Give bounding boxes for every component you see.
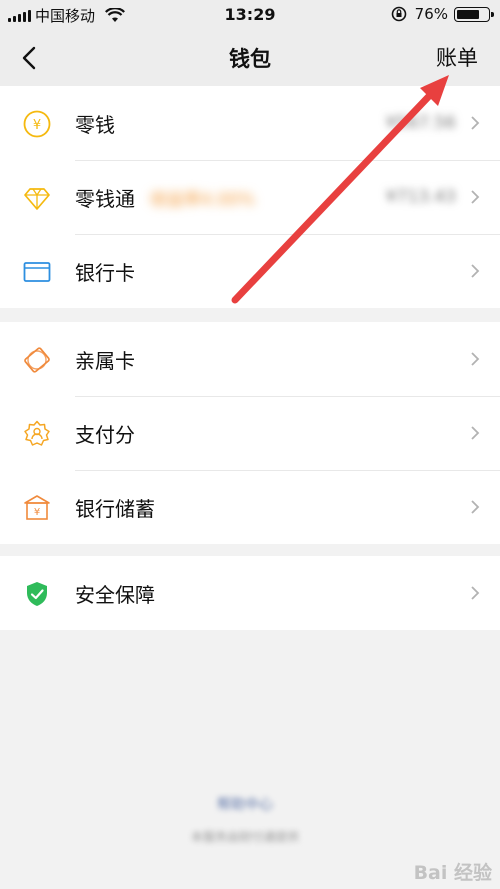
battery-percent: 76% [414, 5, 448, 23]
svg-text:¥: ¥ [33, 118, 41, 133]
menu-item-label: 亲属卡 [75, 348, 135, 373]
page-title: 钱包 [229, 47, 271, 71]
provider-note: 本服务由财付通提供 [190, 830, 299, 844]
diamond-icon [24, 188, 50, 210]
wallet-footer: 帮助中心 本服务由财付通提供 [135, 720, 355, 860]
menu-item-family-card[interactable]: 亲属卡 [0, 322, 500, 396]
nav-bar: 钱包 账单 [0, 30, 500, 86]
chevron-right-icon [471, 190, 480, 204]
security-shield-icon [27, 582, 47, 606]
menu-item-label: 零钱通 [75, 186, 135, 211]
menu-item-bank-savings[interactable]: ¥ 银行储蓄 [0, 470, 500, 544]
bill-button[interactable]: 账单 [436, 42, 478, 72]
menu-item-label: 银行卡 [75, 260, 135, 285]
menu-item-label: 支付分 [75, 422, 135, 447]
chevron-right-icon [471, 264, 480, 278]
chevron-right-icon [471, 500, 480, 514]
chevron-right-icon [471, 426, 480, 440]
baidu-watermark: Bai 经验 [413, 862, 492, 884]
menu-item-lqt[interactable]: 零钱通 收益率4.00% ¥713.43 [0, 160, 500, 234]
chevron-right-icon [471, 352, 480, 366]
menu-item-bank-card[interactable]: 银行卡 [0, 234, 500, 308]
help-center-link[interactable]: 帮助中心 [135, 794, 355, 814]
lqt-balance: ¥713.43 [385, 187, 456, 207]
menu-item-label: 银行储蓄 [75, 496, 155, 521]
change-balance: ¥567.56 [385, 113, 456, 133]
menu-item-label: 零钱 [75, 112, 115, 137]
bank-card-icon [23, 262, 51, 282]
menu-item-security[interactable]: 安全保障 [0, 556, 500, 630]
bank-savings-icon: ¥ [24, 495, 50, 520]
wallet-group-2: 亲属卡 支付分 ¥ 银行储蓄 [0, 322, 500, 544]
yield-tag: 收益率4.00% [150, 189, 256, 210]
svg-text:¥: ¥ [34, 507, 40, 518]
battery-icon [454, 6, 494, 22]
pay-score-icon [24, 420, 50, 446]
coin-icon: ¥ [23, 110, 51, 138]
status-right: 76% [391, 5, 494, 23]
family-card-icon [24, 347, 50, 373]
menu-item-change[interactable]: ¥ 零钱 ¥567.56 [0, 86, 500, 160]
menu-item-pay-score[interactable]: 支付分 [0, 396, 500, 470]
menu-item-label: 安全保障 [75, 582, 155, 607]
wallet-group-1: ¥ 零钱 ¥567.56 零钱通 收益率4.00% ¥713.43 银行卡 [0, 86, 500, 308]
chevron-right-icon [471, 116, 480, 130]
battery-fill [457, 9, 479, 19]
rotation-lock-icon [391, 6, 406, 22]
chevron-right-icon [471, 586, 480, 600]
wallet-group-3: 安全保障 [0, 556, 500, 630]
status-bar: 中国移动 13:29 76% [0, 0, 500, 30]
